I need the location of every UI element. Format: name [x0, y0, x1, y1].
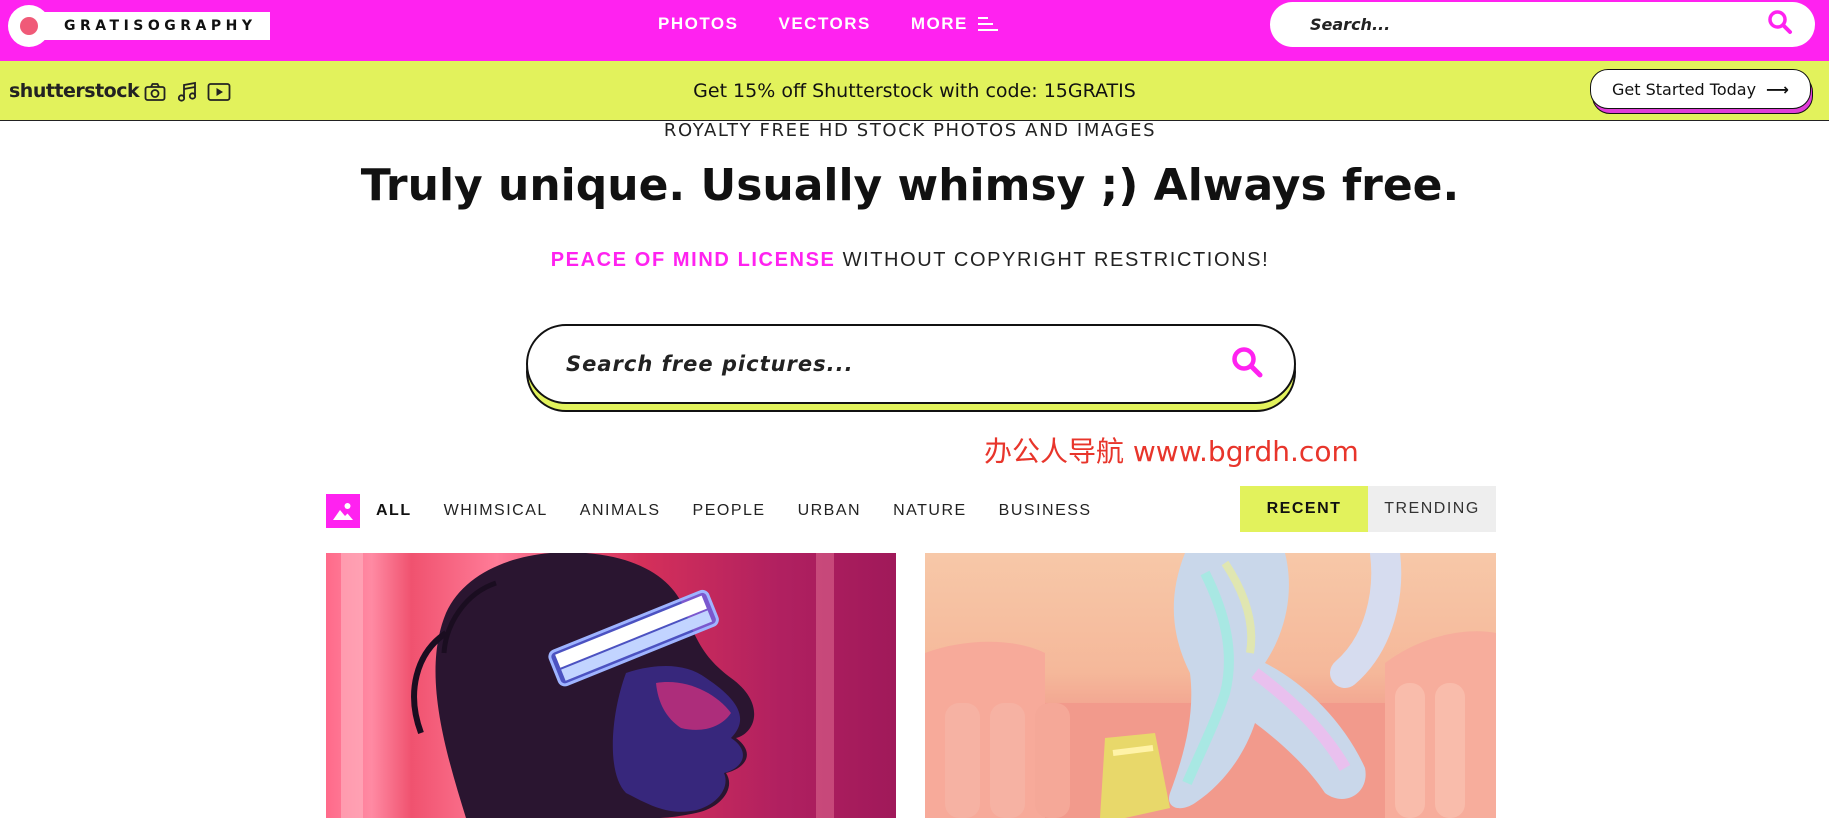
filter-people[interactable]: PEOPLE	[693, 502, 766, 520]
search-icon[interactable]	[1767, 9, 1793, 40]
sort-trending-button[interactable]: TRENDING	[1368, 486, 1496, 532]
filter-business[interactable]: BUSINESS	[999, 502, 1092, 520]
nav-vectors-label: VECTORS	[778, 14, 871, 33]
photo-card[interactable]	[326, 553, 896, 818]
hero-eyebrow: ROYALTY FREE HD STOCK PHOTOS AND IMAGES	[663, 120, 1157, 141]
hero-headline: Truly unique. Usually whimsy ;) Always f…	[360, 160, 1460, 211]
main-nav: PHOTOS VECTORS MORE	[658, 0, 1038, 48]
logo-dot	[20, 17, 38, 35]
site-logo[interactable]: GRATISOGRAPHY	[8, 5, 271, 47]
category-filters: ALL WHIMSICAL ANIMALS PEOPLE URBAN NATUR…	[326, 493, 1124, 529]
photo-card[interactable]	[925, 553, 1496, 818]
header-search-input[interactable]	[1310, 15, 1767, 34]
hero-search	[526, 324, 1296, 412]
arrow-right-icon: ⟶	[1766, 79, 1789, 99]
hero-search-box	[526, 324, 1296, 404]
nav-vectors[interactable]: VECTORS	[778, 14, 870, 34]
photo-person-visor	[341, 553, 834, 818]
nav-more-label: MORE	[910, 14, 968, 33]
nav-photos-label: PHOTOS	[658, 14, 739, 33]
watermark-text: 办公人导航 www.bgrdh.com	[984, 435, 1359, 468]
top-navbar: GRATISOGRAPHY PHOTOS VECTORS MORE	[0, 0, 1829, 61]
photo-holographic-outfit	[925, 553, 1496, 818]
menu-lines-icon	[977, 17, 998, 31]
nav-more[interactable]: MORE	[911, 14, 998, 34]
logo-circle-icon	[8, 5, 50, 47]
nav-photos[interactable]: PHOTOS	[658, 14, 738, 34]
search-icon[interactable]	[1230, 345, 1264, 384]
logo-text: GRATISOGRAPHY	[64, 18, 257, 34]
get-started-button-wrap: Get Started Today ⟶	[1590, 69, 1813, 114]
get-started-label: Get Started Today	[1612, 79, 1757, 99]
filter-whimsical[interactable]: WHIMSICAL	[444, 502, 548, 520]
filter-all[interactable]: ALL	[376, 502, 412, 520]
license-line: PEACE OF MIND LICENSE WITHOUT COPYRIGHT …	[0, 249, 1820, 272]
get-started-button[interactable]: Get Started Today ⟶	[1590, 69, 1811, 109]
sort-recent-button[interactable]: RECENT	[1240, 486, 1368, 532]
hero-search-input[interactable]	[566, 352, 1230, 376]
image-icon	[326, 494, 360, 528]
promo-message: Get 15% off Shutterstock with code: 15GR…	[693, 80, 1136, 102]
sort-toggle: RECENT TRENDING	[1240, 486, 1496, 532]
license-rest-text: WITHOUT COPYRIGHT RESTRICTIONS!	[835, 249, 1270, 271]
peace-of-mind-license-link[interactable]: PEACE OF MIND LICENSE	[551, 249, 836, 271]
filter-nature[interactable]: NATURE	[893, 502, 967, 520]
header-search	[1270, 2, 1815, 47]
shutterstock-promo-bar: shutterstock Get 15% off Shutterstock wi…	[0, 61, 1829, 121]
filter-animals[interactable]: ANIMALS	[580, 502, 661, 520]
logo-wordmark-box: GRATISOGRAPHY	[36, 12, 271, 40]
filter-urban[interactable]: URBAN	[798, 502, 862, 520]
